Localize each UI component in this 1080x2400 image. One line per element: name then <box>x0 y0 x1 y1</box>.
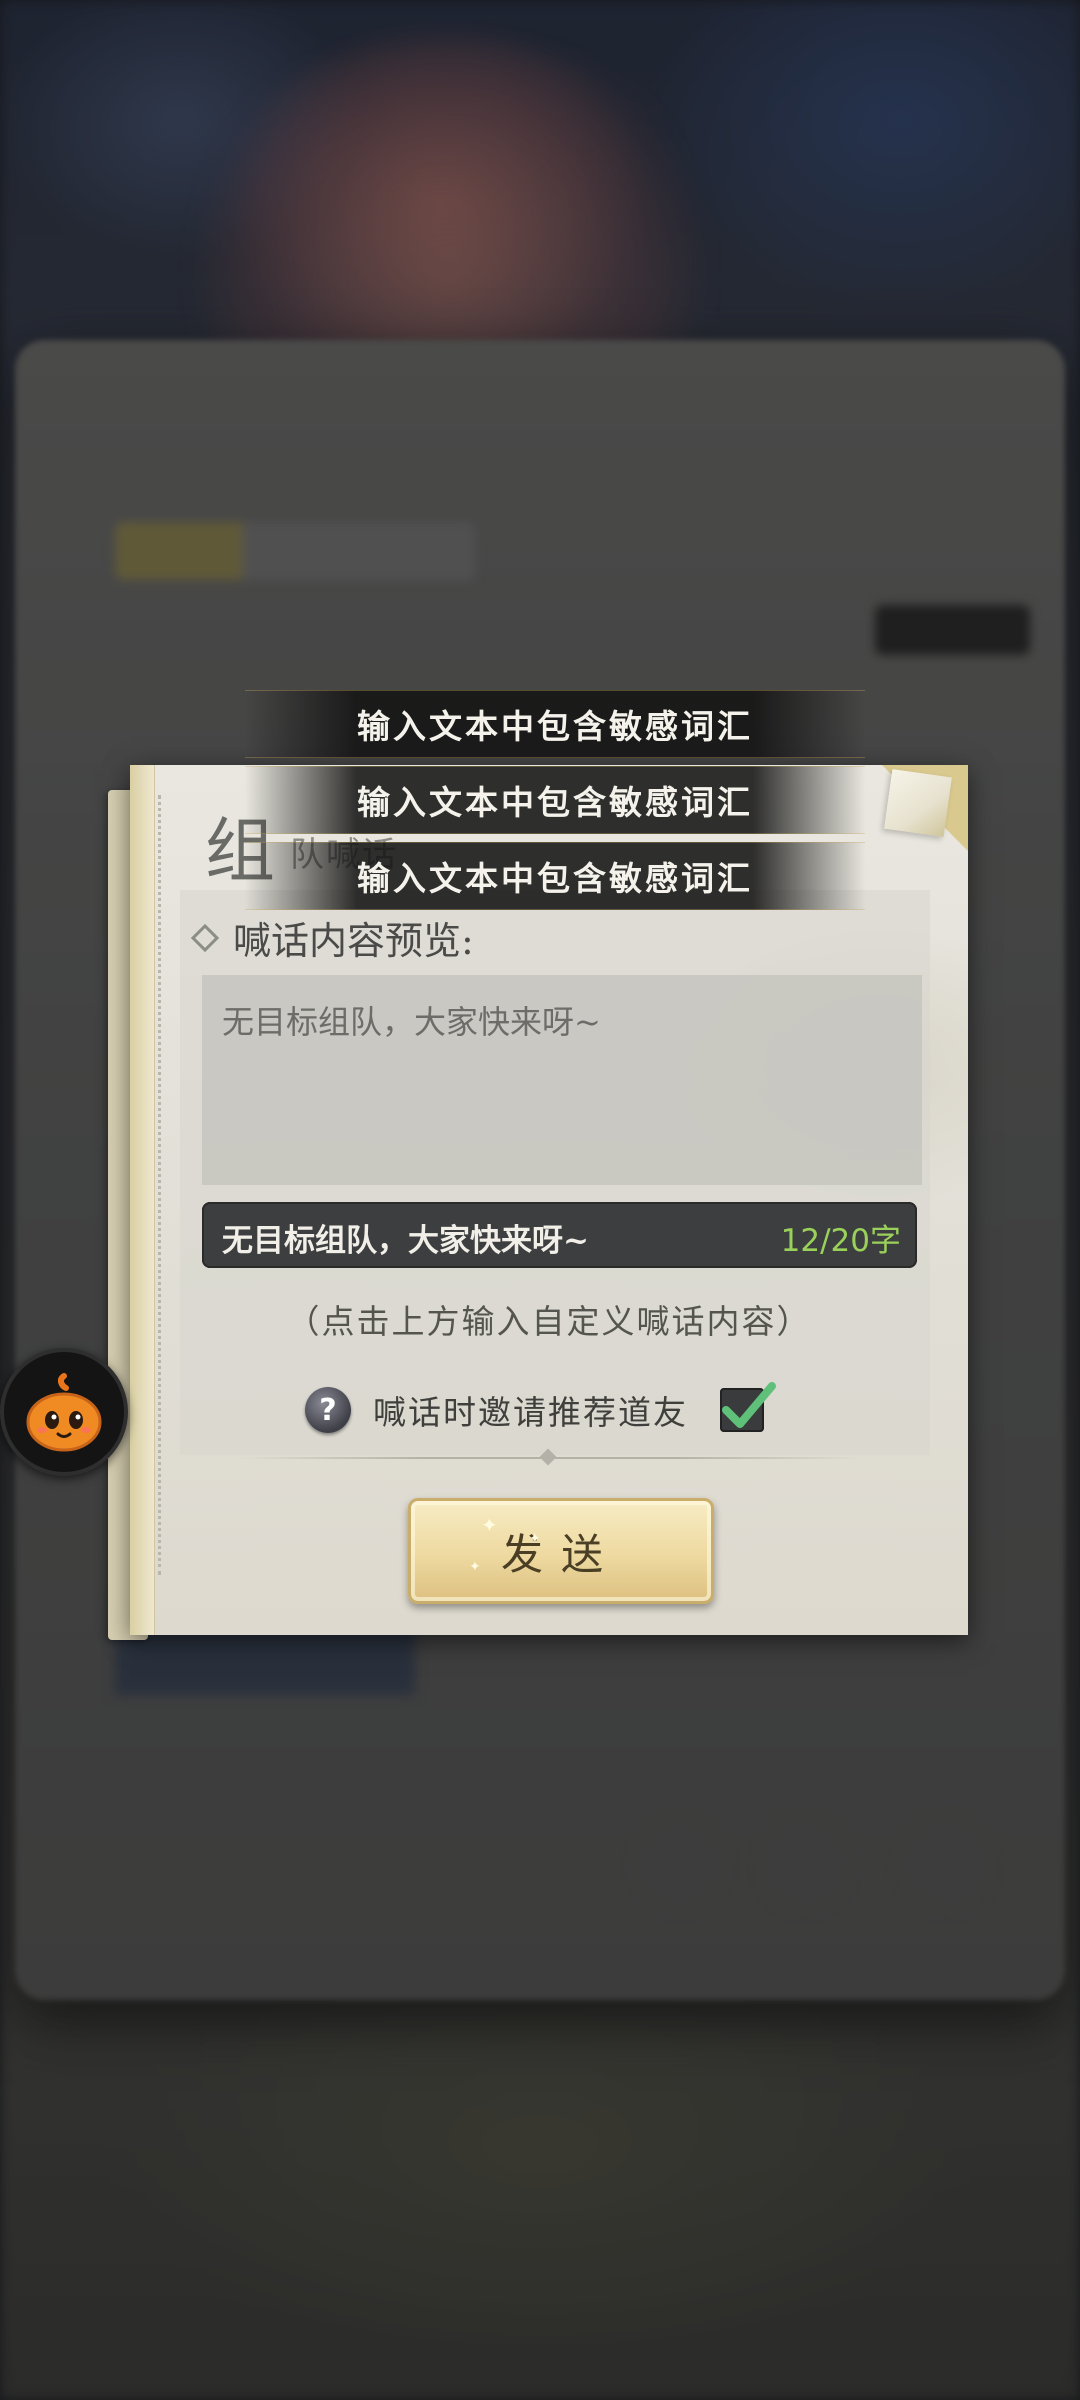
toast-message: 输入文本中包含敏感词汇 <box>245 690 865 758</box>
invite-friends-label: 喊话时邀请推荐道友 <box>373 1393 688 1432</box>
toast-message: 输入文本中包含敏感词汇 <box>245 842 865 910</box>
custom-input-hint: （点击上方输入自定义喊话内容） <box>286 1302 812 1341</box>
shout-input-value: 无目标组队，大家快来呀~ <box>222 1223 589 1259</box>
game-screen: 组 队喊话 喊话内容预览: 无目标组队，大家快来呀~ 无目标组队，大家快来呀~ … <box>0 0 1080 2400</box>
send-button-label: 发送 <box>500 1529 621 1579</box>
floating-assistant-button[interactable] <box>0 1348 128 1476</box>
send-button[interactable]: ✦ ✦ ✦ 发送 <box>408 1498 714 1604</box>
shout-preview-box: 无目标组队，大家快来呀~ <box>202 975 922 1185</box>
check-icon <box>722 1382 776 1428</box>
invite-friends-row: ? 喊话时邀请推荐道友 <box>305 1380 776 1440</box>
toast-message: 输入文本中包含敏感词汇 <box>245 766 865 834</box>
invite-friends-checkbox[interactable] <box>720 1382 776 1432</box>
sparkle-icon: ✦ <box>469 1559 499 1575</box>
preview-label: 喊话内容预览: <box>190 910 474 965</box>
shout-input-field[interactable]: 无目标组队，大家快来呀~ 12/20字 <box>202 1202 917 1268</box>
preview-label-text: 喊话内容预览: <box>233 919 474 963</box>
question-icon[interactable]: ? <box>305 1387 351 1433</box>
dialog-spine <box>130 765 155 1635</box>
toast-text: 输入文本中包含敏感词汇 <box>357 783 753 822</box>
sparkle-icon: ✦ <box>481 1513 516 1537</box>
shout-preview-text: 无目标组队，大家快来呀~ <box>222 1003 601 1041</box>
toast-text: 输入文本中包含敏感词汇 <box>357 859 753 898</box>
dialog-dotted-line <box>158 795 161 1575</box>
corner-fold-paper <box>884 769 952 837</box>
pumpkin-mascot-icon <box>26 1373 102 1452</box>
sparkle-icon: ✦ <box>529 1531 559 1547</box>
toast-text: 输入文本中包含敏感词汇 <box>357 707 753 746</box>
char-count: 12/20字 <box>780 1223 901 1259</box>
diamond-bullet-icon <box>190 923 220 952</box>
